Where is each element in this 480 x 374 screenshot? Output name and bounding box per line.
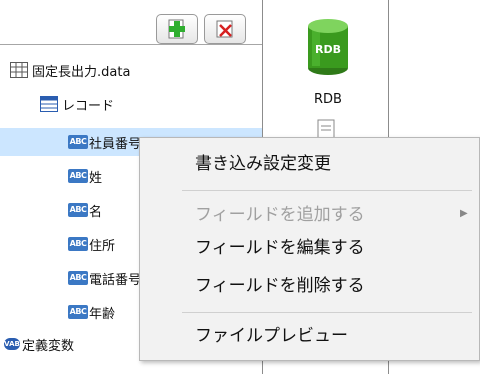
text-field-icon: ABC [68,271,88,285]
menu-separator [182,190,472,191]
tree-variables-label: 定義変数 [22,338,75,354]
text-field-icon: ABC [68,203,88,217]
tree-field-label: 社員番号 [89,136,142,152]
tree-root-label: 固定長出力.data [32,64,131,80]
add-node-button[interactable] [156,14,198,44]
tree-record-node[interactable]: レコード [40,91,114,117]
text-field-icon: ABC [68,169,88,183]
tree-field-label: 年齢 [89,306,116,322]
tree-field-node[interactable]: ABC 姓 [68,163,102,189]
menu-item-file-preview[interactable]: ファイルプレビュー [195,320,348,352]
tree-field-label: 名 [89,204,103,220]
rdb-icon-text: RDB [315,43,341,56]
context-menu: 書き込み設定変更 フィールドを追加する ▶ フィールドを編集する フィールドを削… [139,137,480,361]
delete-doc-icon [216,20,233,38]
tree-field-node[interactable]: ABC 電話番号 [68,265,141,291]
submenu-arrow-icon: ▶ [460,208,468,219]
tree-field-node[interactable]: ABC 名 [68,197,102,223]
tree-variables-node[interactable]: VAB 定義変数 [4,331,74,357]
menu-item-edit-field[interactable]: フィールドを編集する [195,232,365,264]
tree-toolbar [156,14,246,44]
record-icon [40,96,58,112]
tree-field-label: 住所 [89,238,116,254]
text-field-icon: ABC [68,305,88,319]
text-field-icon: ABC [68,237,88,251]
tree-field-node[interactable]: ABC 社員番号 [68,129,141,155]
variable-icon: VAB [4,338,20,350]
tree-root-node[interactable]: 固定長出力.data [10,57,130,83]
tree-field-label: 電話番号 [89,272,142,288]
menu-item-change-write-settings[interactable]: 書き込み設定変更 [195,148,331,180]
tree-field-label: 姓 [89,170,103,186]
delete-node-button[interactable] [204,14,246,44]
text-field-icon: ABC [68,135,88,149]
table-icon [10,62,28,78]
menu-separator [182,312,472,313]
tree-record-label: レコード [62,98,115,114]
rdb-label: RDB [314,92,342,107]
tree-field-node[interactable]: ABC 住所 [68,231,115,257]
menu-item-add-field[interactable]: フィールドを追加する [195,199,365,231]
rdb-database-icon[interactable]: RDB [306,16,350,78]
add-doc-icon [168,19,185,39]
menu-item-delete-field[interactable]: フィールドを削除する [195,270,365,302]
tree-field-node[interactable]: ABC 年齢 [68,299,115,325]
